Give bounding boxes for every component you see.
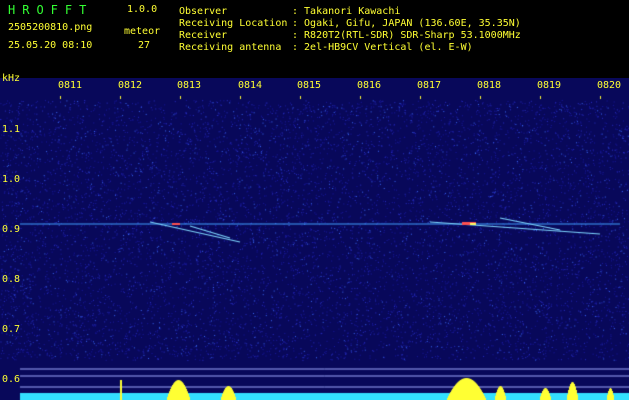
kHz-unit-label: kHz [2,73,21,84]
freq-label-1.0: 1.0 [2,174,21,185]
header-panel: HROFFT 1.0.0 2505200810.png 25.05.20 08:… [0,0,629,78]
receiver-value: : R820T2(RTL-SDR) SDR-Sharp 53.1000MHz [292,30,521,41]
time-label-0820: 0820 [597,80,622,91]
antenna-label: Receiving antenna [179,42,282,53]
file-name: 2505200810.png [8,22,93,33]
time-label-0818: 0818 [477,80,502,91]
date-time: 25.05.20 08:10 [8,40,93,51]
time-label-0816: 0816 [357,80,382,91]
time-label-0814: 0814 [238,80,263,91]
observer-value: : Takanori Kawachi [292,6,401,17]
freq-label-0.8: 0.8 [2,274,21,285]
observer-label: Observer [179,6,228,17]
freq-label-0.9: 0.9 [2,224,21,235]
location-label: Receiving Location [179,18,288,29]
freq-label-0.6: 0.6 [2,374,21,385]
time-label-0813: 0813 [177,80,202,91]
app-version: 1.0.0 [127,4,158,15]
location-value: : Ogaki, Gifu, JAPAN (136.60E, 35.35N) [292,18,521,29]
app-name: HROFFT [8,3,94,17]
freq-label-0.7: 0.7 [2,324,21,335]
time-label-0815: 0815 [297,80,322,91]
time-label-0812: 0812 [118,80,143,91]
freq-label-1.1: 1.1 [2,124,21,135]
time-label-0819: 0819 [537,80,562,91]
antenna-value: : 2el-HB9CV Vertical (el. E-W) [292,42,473,53]
time-label-0811: 0811 [58,80,83,91]
receiver-label: Receiver [179,30,228,41]
meteor-count: 27 [138,40,151,51]
meteor-label: meteor [124,26,161,37]
time-label-0817: 0817 [417,80,442,91]
spectrogram-canvas [0,78,629,400]
